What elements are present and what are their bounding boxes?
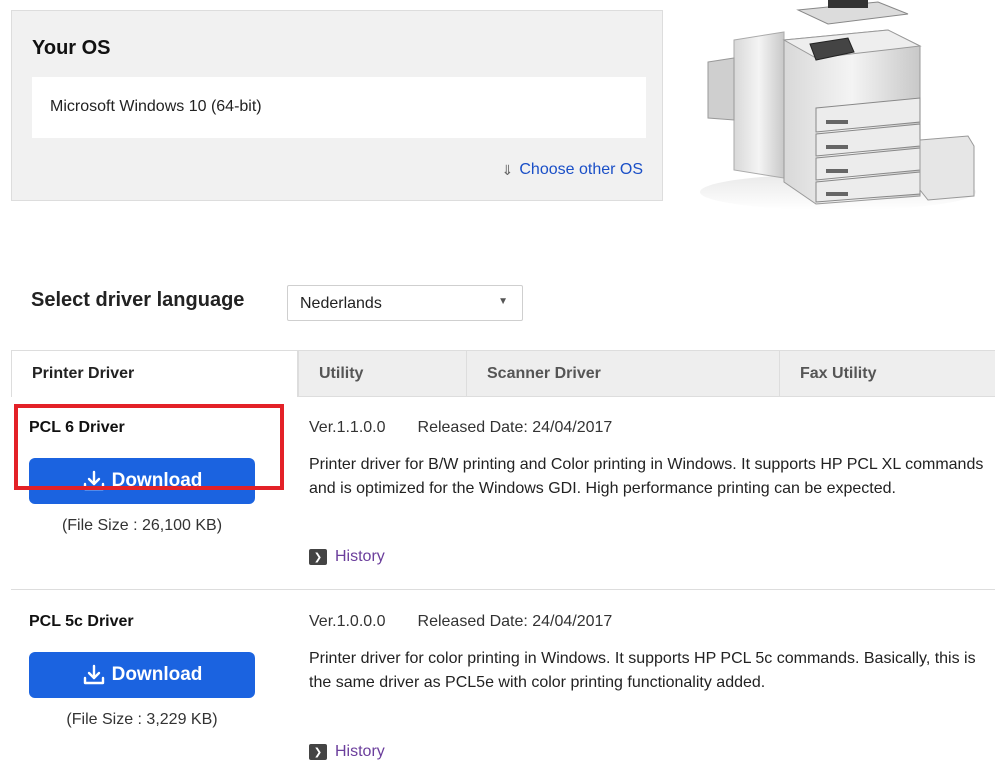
history-label: History xyxy=(335,548,385,565)
download-button[interactable]: Download xyxy=(29,652,255,698)
driver-released-date: Released Date: 24/04/2017 xyxy=(417,419,613,436)
driver-language-label: Select driver language xyxy=(31,289,245,311)
driver-meta: Ver.1.1.0.0 Released Date: 24/04/2017 xyxy=(309,419,612,437)
chevron-right-square-icon: ❯ xyxy=(309,744,327,760)
history-link[interactable]: ❯ History xyxy=(309,548,385,566)
double-chevron-down-icon: ⇓ xyxy=(501,161,514,178)
driver-meta: Ver.1.0.0.0 Released Date: 24/04/2017 xyxy=(309,613,612,631)
history-label: History xyxy=(335,743,385,760)
driver-row: PCL 5c Driver Download (File Size : 3,22… xyxy=(11,591,995,764)
file-size: (File Size : 26,100 KB) xyxy=(61,517,223,534)
file-size: (File Size : 3,229 KB) xyxy=(66,711,218,728)
os-value: Microsoft Windows 10 (64-bit) xyxy=(50,98,262,115)
driver-name: PCL 6 Driver xyxy=(29,419,125,436)
download-button[interactable]: Download xyxy=(29,458,255,504)
driver-description: Printer driver for B/W printing and Colo… xyxy=(309,456,984,497)
os-panel: Your OS Microsoft Windows 10 (64-bit) ⇓ … xyxy=(11,10,663,201)
driver-tabs: Printer Driver Utility Scanner Driver Fa… xyxy=(11,350,995,397)
choose-other-os-link[interactable]: ⇓ Choose other OS xyxy=(502,161,643,179)
download-label: Download xyxy=(111,470,203,491)
driver-language-value: Nederlands xyxy=(300,295,382,312)
driver-row: PCL 6 Driver Download (File Size : 26,10… xyxy=(11,397,995,590)
os-title: Your OS xyxy=(32,37,111,59)
choose-other-os-label: Choose other OS xyxy=(519,161,643,178)
driver-description: Printer driver for color printing in Win… xyxy=(309,650,976,691)
driver-version: Ver.1.0.0.0 xyxy=(309,613,386,630)
printer-image xyxy=(700,0,976,210)
driver-name: PCL 5c Driver xyxy=(29,613,134,630)
driver-language-select[interactable]: Nederlands ▼ xyxy=(287,285,523,321)
tab-scanner-driver[interactable]: Scanner Driver xyxy=(466,351,779,397)
tab-utility[interactable]: Utility xyxy=(298,351,466,397)
download-icon xyxy=(83,664,104,685)
driver-released-date: Released Date: 24/04/2017 xyxy=(417,613,613,630)
history-link[interactable]: ❯ History xyxy=(309,743,385,761)
caret-down-icon: ▼ xyxy=(498,296,508,307)
download-label: Download xyxy=(111,664,203,685)
driver-version: Ver.1.1.0.0 xyxy=(309,419,386,436)
chevron-right-square-icon: ❯ xyxy=(309,549,327,565)
tab-fax-utility[interactable]: Fax Utility xyxy=(779,351,995,397)
download-icon xyxy=(83,470,104,491)
tab-printer-driver[interactable]: Printer Driver xyxy=(11,351,298,397)
os-value-box: Microsoft Windows 10 (64-bit) xyxy=(32,77,646,138)
